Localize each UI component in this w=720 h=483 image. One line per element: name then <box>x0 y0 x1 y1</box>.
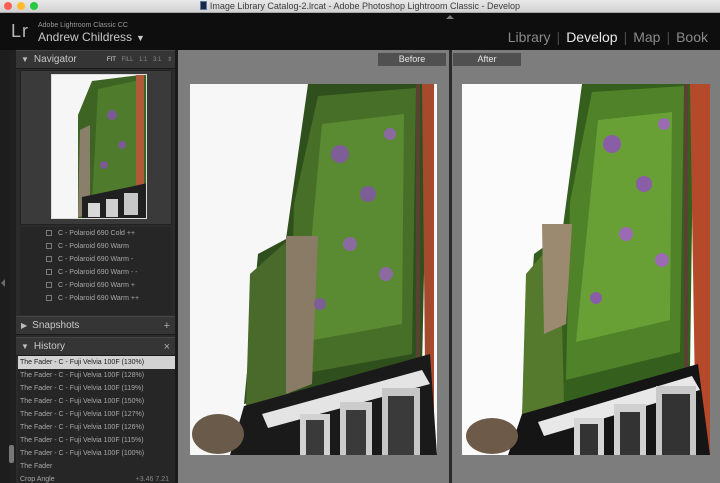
list-item[interactable]: C - Polaroid 690 Warm <box>20 240 172 253</box>
crop-angle-values: +3.46 7.21 <box>135 476 169 483</box>
navigator-header[interactable]: ▼ Navigator FIT FILL 1:1 3:1 ⇕ <box>16 50 175 69</box>
before-after-divider <box>449 50 452 483</box>
zoom-stepper-icon[interactable]: ⇕ <box>167 57 172 63</box>
window-titlebar: Image Library Catalog-2.lrcat - Adobe Ph… <box>0 0 720 13</box>
document-icon <box>199 1 207 10</box>
preset-icon <box>46 230 52 236</box>
zoom-3-1-button[interactable]: 3:1 <box>153 57 161 63</box>
product-name: Adobe Lightroom Classic CC <box>38 22 128 29</box>
list-item[interactable]: C - Polaroid 690 Cold ++ <box>20 227 172 240</box>
module-picker: Library | Develop | Map | Book <box>502 29 714 45</box>
after-photo-image <box>462 84 710 455</box>
before-photo[interactable] <box>190 84 437 455</box>
triangle-down-icon: ▼ <box>21 342 29 351</box>
history-list: The Fader - C - Fuji Velvia 100F (130%) … <box>18 356 175 483</box>
list-item[interactable]: C - Polaroid 690 Warm - <box>20 253 172 266</box>
clear-history-button[interactable]: × <box>164 338 170 356</box>
lightroom-logo: Lr <box>11 21 30 41</box>
preset-icon <box>46 256 52 262</box>
history-item[interactable]: The Fader - C - Fuji Velvia 100F (115%) <box>18 434 175 447</box>
history-item[interactable]: The Fader - C - Fuji Velvia 100F (119%) <box>18 382 175 395</box>
triangle-right-icon: ▶ <box>21 321 28 330</box>
before-photo-image <box>190 84 437 455</box>
preset-icon <box>46 269 52 275</box>
navigator-thumbnail-image <box>52 75 146 218</box>
after-photo[interactable] <box>462 84 710 455</box>
preset-icon <box>46 243 52 249</box>
preset-list: C - Polaroid 690 Cold ++ C - Polaroid 69… <box>20 227 172 315</box>
zoom-fill-button[interactable]: FILL <box>121 57 133 63</box>
history-item[interactable]: Crop Angle +3.46 7.21 <box>18 473 175 483</box>
history-item[interactable]: The Fader - C - Fuji Velvia 100F (100%) <box>18 447 175 460</box>
navigator-thumbnail[interactable] <box>51 74 147 219</box>
preset-icon <box>46 282 52 288</box>
triangle-down-icon: ▼ <box>21 55 29 64</box>
user-menu[interactable]: Andrew Childress ▼ <box>38 30 145 44</box>
chevron-down-icon: ▼ <box>136 33 145 43</box>
history-item[interactable]: The Fader - C - Fuji Velvia 100F (150%) <box>18 395 175 408</box>
module-map[interactable]: Map <box>627 29 666 45</box>
module-library[interactable]: Library <box>502 29 557 45</box>
list-item[interactable]: C - Polaroid 690 Warm - - <box>20 266 172 279</box>
left-panel-edge <box>0 50 9 483</box>
history-item[interactable]: The Fader - C - Fuji Velvia 100F (130%) <box>18 356 175 369</box>
list-item[interactable]: C - Polaroid 690 Warm + <box>20 279 172 292</box>
collapse-left-panel-icon[interactable] <box>1 279 5 287</box>
left-panel-scrollbar[interactable] <box>9 445 14 463</box>
history-header[interactable]: ▼ History × <box>16 337 175 356</box>
zoom-fit-button[interactable]: FIT <box>107 57 116 63</box>
navigator-zoom-options: FIT FILL 1:1 3:1 ⇕ <box>103 51 172 69</box>
module-book[interactable]: Book <box>670 29 714 45</box>
history-item[interactable]: The Fader - C - Fuji Velvia 100F (127%) <box>18 408 175 421</box>
navigator-preview[interactable] <box>20 70 172 225</box>
window-title: Image Library Catalog-2.lrcat - Adobe Ph… <box>0 0 720 13</box>
snapshots-header[interactable]: ▶ Snapshots + <box>16 316 175 335</box>
zoom-1-1-button[interactable]: 1:1 <box>139 57 147 63</box>
add-snapshot-button[interactable]: + <box>164 317 170 335</box>
after-label: After <box>453 53 521 66</box>
preset-icon <box>46 295 52 301</box>
module-develop[interactable]: Develop <box>560 29 623 45</box>
identity-plate: Lr Adobe Lightroom Classic CC Andrew Chi… <box>0 13 720 50</box>
collapse-top-panel-icon[interactable] <box>446 15 454 19</box>
history-item[interactable]: The Fader <box>18 460 175 473</box>
history-item[interactable]: The Fader - C - Fuji Velvia 100F (126%) <box>18 421 175 434</box>
before-label: Before <box>378 53 446 66</box>
history-item[interactable]: The Fader - C - Fuji Velvia 100F (128%) <box>18 369 175 382</box>
list-item[interactable]: C - Polaroid 690 Warm ++ <box>20 292 172 305</box>
